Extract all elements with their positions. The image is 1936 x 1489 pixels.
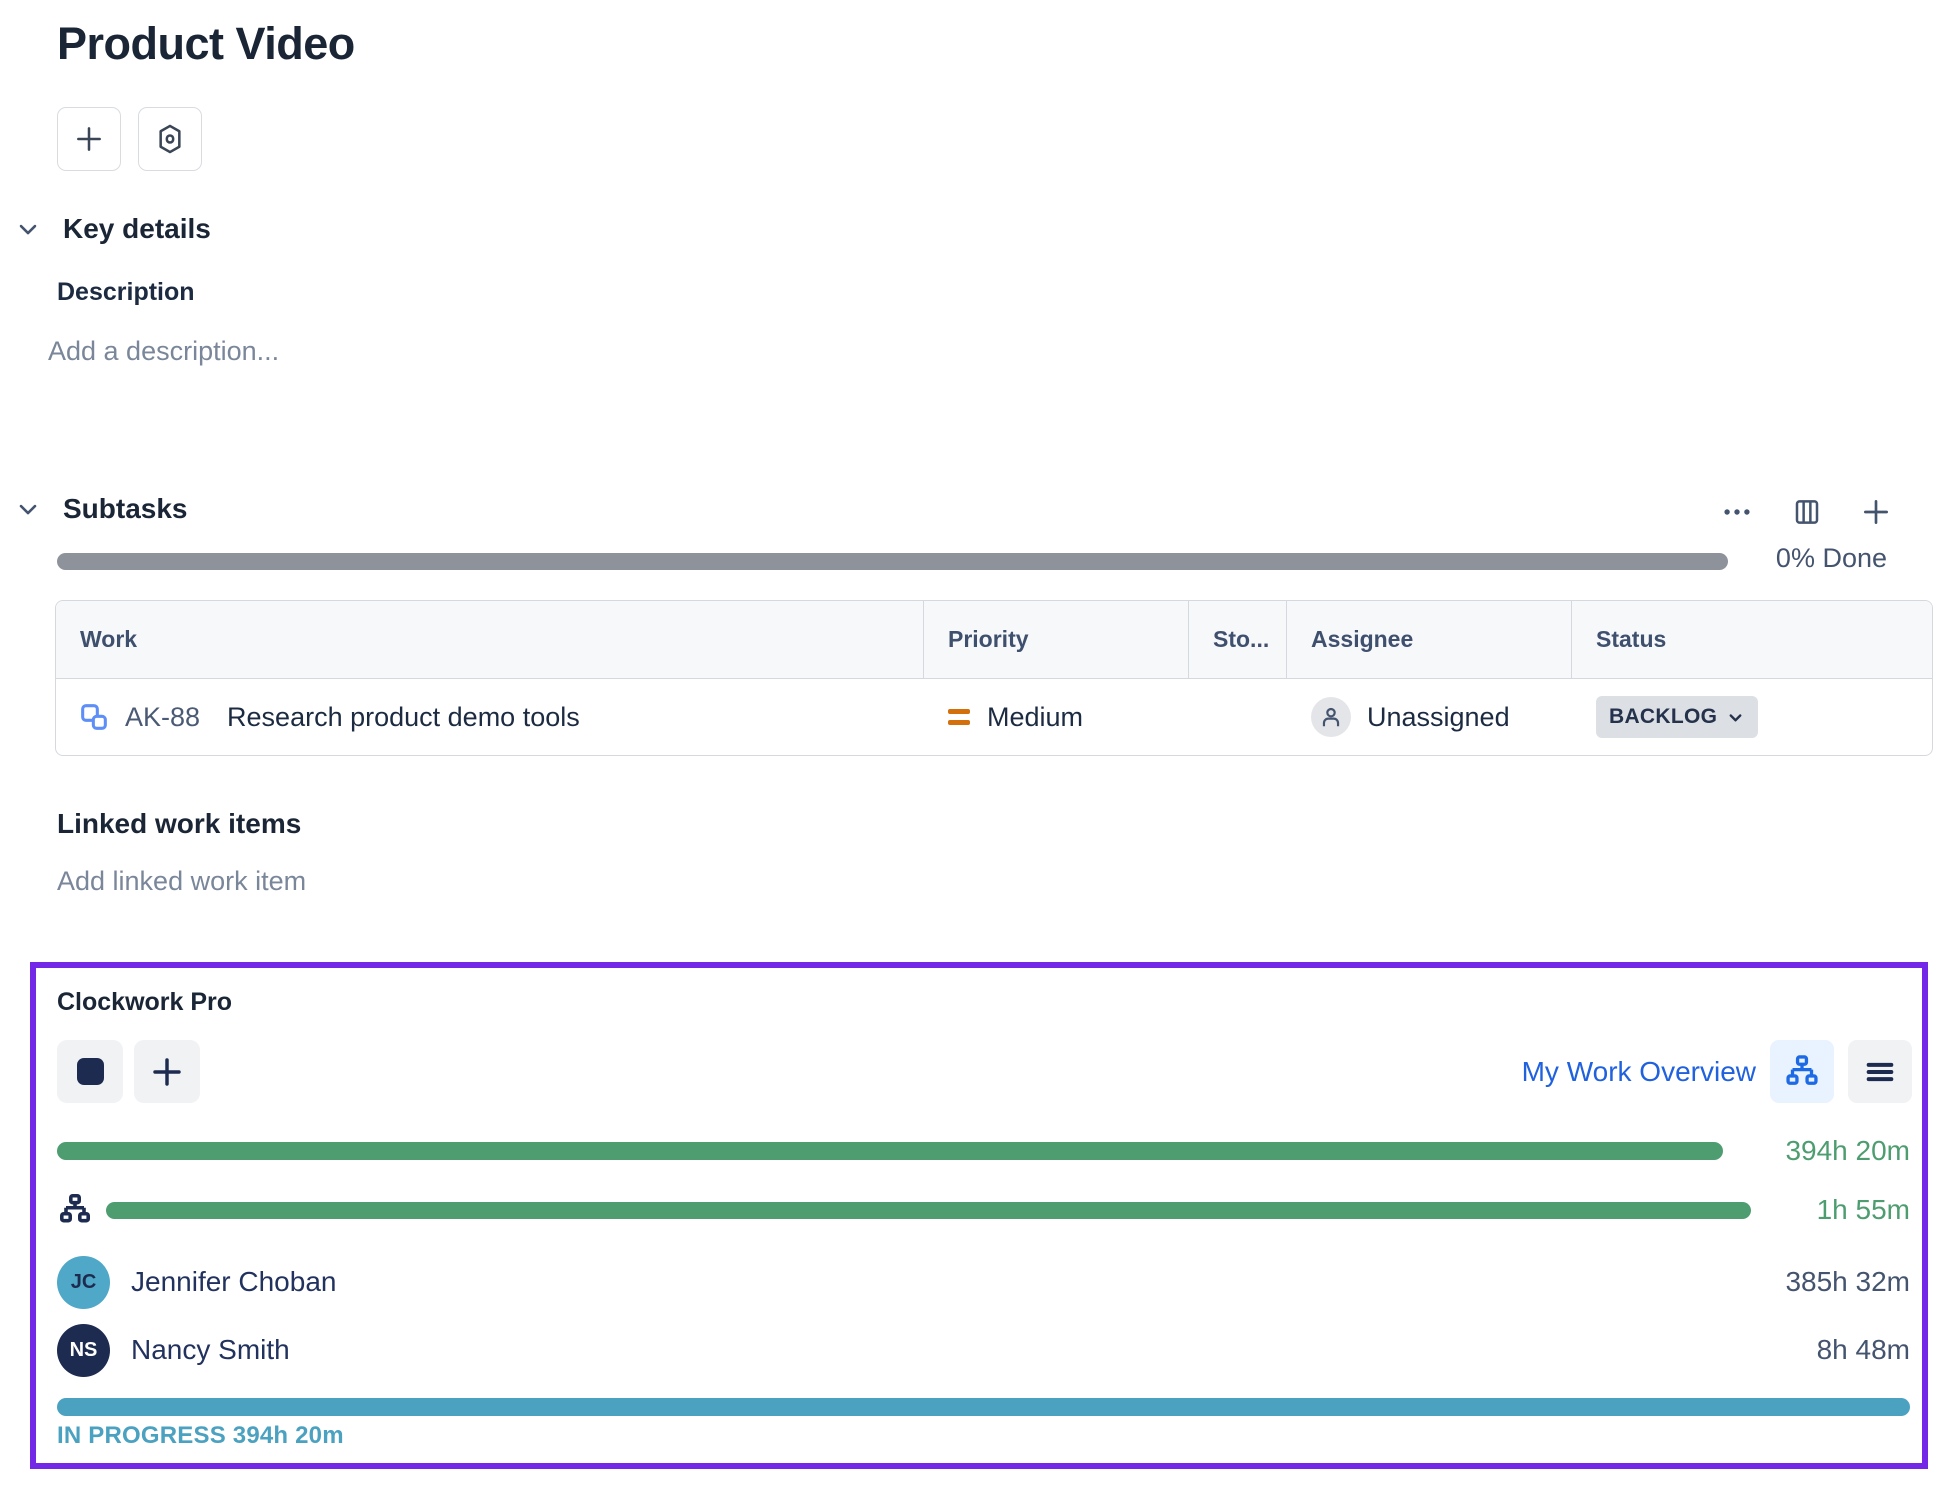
status-badge[interactable]: BACKLOG xyxy=(1596,696,1758,738)
total-time-bar xyxy=(57,1142,1723,1160)
person-time: 385h 32m xyxy=(1785,1266,1910,1298)
add-time-button[interactable] xyxy=(134,1040,200,1103)
column-header-assignee[interactable]: Assignee xyxy=(1287,601,1572,678)
total-time-label: 394h 20m xyxy=(1785,1135,1910,1167)
subtask-time-row: 1h 55m xyxy=(57,1189,1910,1231)
timer-actions xyxy=(57,1040,200,1103)
plus-icon xyxy=(73,123,105,155)
description-label: Description xyxy=(57,278,195,307)
subtask-time-bar xyxy=(106,1202,1751,1219)
my-work-overview-link[interactable]: My Work Overview xyxy=(1522,1056,1756,1088)
clockwork-pro-title: Clockwork Pro xyxy=(57,988,232,1017)
chevron-down-icon xyxy=(1726,708,1745,727)
add-linked-work-item[interactable]: Add linked work item xyxy=(57,866,306,897)
person-name: Jennifer Choban xyxy=(131,1266,336,1298)
priority-cell[interactable]: Medium xyxy=(924,702,1189,733)
in-progress-label: IN PROGRESS 394h 20m xyxy=(57,1422,344,1450)
work-cell: AK-88 Research product demo tools xyxy=(56,701,924,733)
column-header-story-points[interactable]: Sto... xyxy=(1189,601,1287,678)
subtask-icon xyxy=(78,701,110,733)
plus-icon xyxy=(149,1054,185,1090)
subtasks-table: Work Priority Sto... Assignee Status AK-… xyxy=(55,600,1933,756)
hexagon-gear-icon xyxy=(154,123,186,155)
subtask-time-label: 1h 55m xyxy=(1817,1194,1910,1226)
key-details-header: Key details xyxy=(14,213,211,245)
avatar: JC xyxy=(57,1256,110,1309)
menu-button[interactable] xyxy=(1848,1040,1912,1103)
org-chart-icon xyxy=(1783,1053,1821,1091)
subtasks-header: Subtasks xyxy=(14,493,188,525)
column-header-status[interactable]: Status xyxy=(1572,601,1932,678)
assignee-label: Unassigned xyxy=(1367,702,1510,733)
subtasks-toolbar xyxy=(1720,495,1892,529)
hamburger-icon xyxy=(1863,1055,1897,1089)
column-header-priority[interactable]: Priority xyxy=(924,601,1189,678)
description-placeholder[interactable]: Add a description... xyxy=(48,336,279,367)
subtasks-progress-label: 0% Done xyxy=(1776,543,1887,574)
table-header-row: Work Priority Sto... Assignee Status xyxy=(56,601,1932,679)
linked-work-items-title: Linked work items xyxy=(57,808,301,840)
column-header-work[interactable]: Work xyxy=(56,601,924,678)
stop-square-icon xyxy=(77,1058,104,1085)
breakdown-view-button[interactable] xyxy=(1770,1040,1834,1103)
page-title: Product Video xyxy=(57,18,355,70)
total-time-row: 394h 20m xyxy=(57,1132,1910,1170)
person-time: 8h 48m xyxy=(1817,1334,1910,1366)
issue-key[interactable]: AK-88 xyxy=(125,702,200,733)
status-cell: BACKLOG xyxy=(1572,696,1932,738)
priority-label: Medium xyxy=(987,702,1083,733)
table-row[interactable]: AK-88 Research product demo tools Medium… xyxy=(56,679,1932,755)
person-time-row: JC Jennifer Choban 385h 32m xyxy=(57,1253,1910,1311)
subtasks-progress-bar xyxy=(57,553,1728,570)
priority-medium-icon xyxy=(948,709,970,725)
add-button[interactable] xyxy=(57,107,121,171)
stop-timer-button[interactable] xyxy=(57,1040,123,1103)
assignee-cell[interactable]: Unassigned xyxy=(1287,697,1572,737)
clockwork-pro-panel: Clockwork Pro My Work Overview xyxy=(30,962,1928,1469)
chevron-down-icon[interactable] xyxy=(14,495,42,523)
status-label: BACKLOG xyxy=(1609,705,1717,729)
chevron-down-icon[interactable] xyxy=(14,215,42,243)
columns-icon[interactable] xyxy=(1792,497,1822,527)
person-name: Nancy Smith xyxy=(131,1334,290,1366)
work-overview-cluster: My Work Overview xyxy=(1522,1040,1912,1103)
person-time-row: NS Nancy Smith 8h 48m xyxy=(57,1321,1910,1379)
person-circle-icon xyxy=(1311,697,1351,737)
issue-summary[interactable]: Research product demo tools xyxy=(227,702,580,733)
key-details-title: Key details xyxy=(63,213,211,245)
plus-icon[interactable] xyxy=(1860,496,1892,528)
subtasks-title: Subtasks xyxy=(63,493,188,525)
task-action-row xyxy=(57,107,202,171)
avatar: NS xyxy=(57,1324,110,1377)
ellipsis-icon[interactable] xyxy=(1720,495,1754,529)
apps-settings-button[interactable] xyxy=(138,107,202,171)
org-chart-icon xyxy=(57,1192,93,1228)
in-progress-bar xyxy=(57,1398,1910,1416)
